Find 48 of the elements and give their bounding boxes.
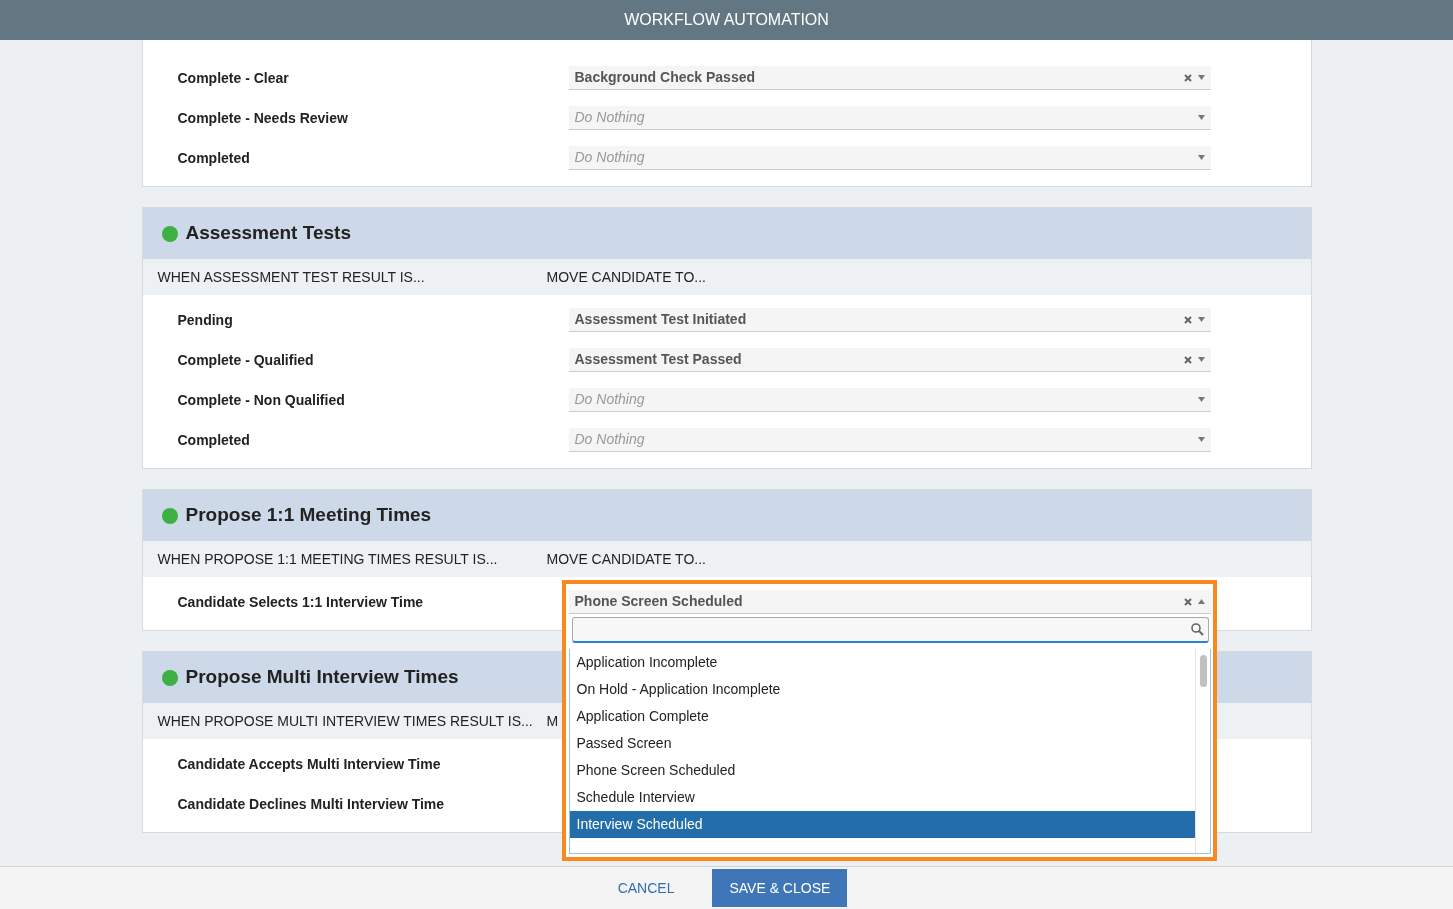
- condition-label: Complete - Needs Review: [177, 108, 349, 128]
- dropdown-option[interactable]: Interview Scheduled: [569, 811, 1195, 838]
- caret-icon[interactable]: [1197, 397, 1205, 402]
- clear-icon[interactable]: [1183, 315, 1192, 324]
- condition-label: Candidate Selects 1:1 Interview Time: [177, 592, 425, 612]
- caret-icon[interactable]: [1197, 357, 1205, 362]
- column-heading: WHEN ASSESSMENT TEST RESULT IS...: [157, 268, 425, 285]
- caret-icon[interactable]: [1197, 317, 1205, 322]
- condition-label: Complete - Qualified: [177, 350, 315, 370]
- caret-icon[interactable]: [1197, 115, 1205, 120]
- clear-icon[interactable]: [1183, 597, 1192, 606]
- dropdown-option[interactable]: Schedule Interview: [569, 784, 1195, 811]
- clear-icon[interactable]: [1183, 73, 1192, 82]
- condition-label: Pending: [177, 310, 234, 330]
- condition-label: Candidate Accepts Multi Interview Time: [177, 754, 442, 774]
- clear-icon[interactable]: [1183, 355, 1192, 364]
- column-heading: M: [546, 711, 559, 731]
- scrollbar[interactable]: [1194, 649, 1210, 853]
- condition-label: Complete - Clear: [177, 68, 290, 88]
- dropdown-option[interactable]: On Hold - Application Incomplete: [569, 676, 1195, 703]
- condition-label: Completed: [177, 430, 251, 450]
- caret-icon[interactable]: [1197, 155, 1205, 160]
- condition-label: Complete - Non Qualified: [177, 390, 346, 410]
- caret-icon[interactable]: [1197, 75, 1205, 80]
- window-title: WORKFLOW AUTOMATION: [624, 10, 829, 30]
- caret-icon[interactable]: [1197, 437, 1205, 442]
- search-field[interactable]: [571, 617, 1209, 643]
- select-field[interactable]: Background Check Passed: [568, 66, 1211, 90]
- dropdown-option[interactable]: Passed Screen: [569, 730, 1195, 757]
- dropdown-option[interactable]: Application Incomplete: [569, 649, 1195, 676]
- condition-label: Candidate Declines Multi Interview Time: [177, 794, 446, 814]
- select-field[interactable]: Assessment Test Initiated: [568, 308, 1211, 332]
- caret-icon[interactable]: [1197, 599, 1205, 604]
- column-heading: MOVE CANDIDATE TO...: [546, 267, 706, 287]
- select-field[interactable]: Assessment Test Passed: [568, 348, 1211, 372]
- select-field[interactable]: Phone Screen Scheduled: [568, 590, 1211, 614]
- condition-label: Completed: [177, 148, 251, 168]
- dropdown-option[interactable]: Application Complete: [569, 703, 1195, 730]
- section-title: Propose 1:1 Meeting Times: [185, 503, 432, 528]
- column-heading: WHEN PROPOSE 1:1 MEETING TIMES RESULT IS...: [157, 550, 498, 567]
- section-title: Assessment Tests: [185, 221, 351, 246]
- cancel-button[interactable]: CANCEL: [605, 871, 687, 905]
- dropdown-option[interactable]: Phone Screen Scheduled: [569, 757, 1195, 784]
- search-icon: [1190, 623, 1204, 636]
- section-title: Propose Multi Interview Times: [185, 665, 459, 690]
- column-heading: MOVE CANDIDATE TO...: [546, 549, 706, 569]
- column-heading: WHEN PROPOSE MULTI INTERVIEW TIMES RESULT IS...: [157, 712, 533, 729]
- save-button[interactable]: SAVE & CLOSE: [712, 869, 848, 907]
